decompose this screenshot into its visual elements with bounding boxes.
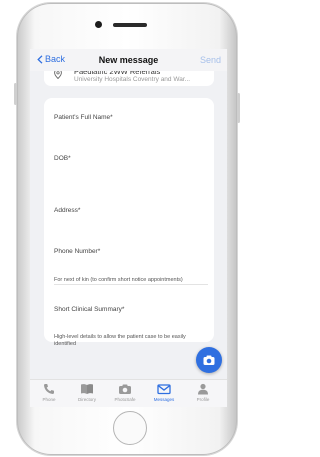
send-button[interactable]: Send (200, 55, 221, 65)
navigation-bar: Back New message Send (30, 49, 227, 71)
camera-fab-button[interactable] (196, 347, 222, 373)
envelope-icon (157, 384, 171, 395)
book-icon (81, 384, 93, 394)
tab-phone-label: Phone (42, 397, 56, 402)
phone-icon (44, 384, 54, 394)
tab-messages-label: Messages (153, 397, 175, 402)
tab-directory-label: Directory (77, 397, 96, 402)
tab-profile-label: Profile (196, 397, 210, 402)
clinical-summary-field[interactable]: Short Clinical Summary* (54, 306, 124, 313)
address-field[interactable]: Address* (54, 207, 80, 214)
volume-button (14, 83, 17, 105)
tab-phone[interactable]: Phone (30, 383, 68, 402)
person-icon (198, 383, 208, 395)
full-name-field[interactable]: Patient's Full Name* (54, 114, 113, 121)
power-button (237, 93, 240, 123)
tab-messages[interactable]: Messages (145, 383, 183, 402)
tab-bar: Phone Directory PhotoSafe Messages Profi… (30, 379, 227, 407)
camera-icon (119, 384, 131, 394)
phone-note: For next of kin (to confirm short notice… (54, 277, 183, 283)
app-screen: Paediatric 2WW Referrals University Hosp… (30, 49, 227, 407)
earpiece-speaker (113, 23, 147, 27)
referral-subtitle: University Hospitals Coventry and War... (74, 76, 191, 83)
dob-field[interactable]: DOB* (54, 155, 71, 162)
tab-profile[interactable]: Profile (184, 383, 222, 402)
referral-form: Patient's Full Name* DOB* Address* Phone… (44, 98, 214, 347)
camera-icon (203, 355, 215, 365)
home-button[interactable] (113, 411, 147, 445)
tab-photosafe[interactable]: PhotoSafe (106, 383, 144, 402)
summary-note: High-level details to allow the patient … (54, 334, 186, 347)
tab-directory[interactable]: Directory (68, 383, 106, 402)
address-divider (54, 284, 208, 285)
page-title: New message (98, 55, 159, 65)
tab-photosafe-label: PhotoSafe (114, 397, 136, 402)
phone-number-field[interactable]: Phone Number* (54, 248, 100, 255)
front-camera (95, 21, 102, 28)
